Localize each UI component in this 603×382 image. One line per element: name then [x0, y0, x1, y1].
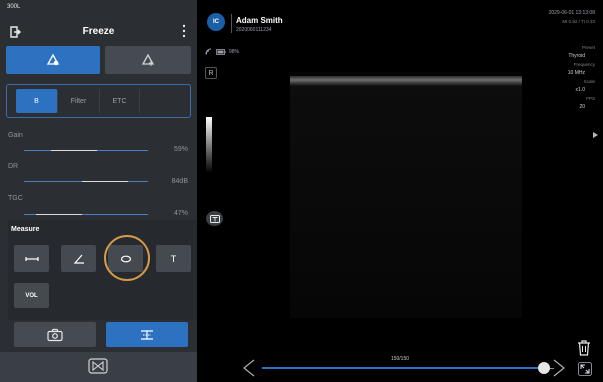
- cine-counter: 150/150: [390, 356, 410, 362]
- imaging-key-preset: Preset: [581, 45, 595, 50]
- gain-slider-fill: [51, 150, 98, 151]
- orientation-marker: R: [205, 67, 217, 79]
- bowtie-mark-icon[interactable]: [88, 358, 108, 374]
- probe-icon: [209, 214, 220, 223]
- app-logo[interactable]: IC: [207, 13, 225, 31]
- capture-button[interactable]: [14, 322, 96, 347]
- distance-tool-button[interactable]: [14, 245, 49, 272]
- model-label: 300L: [7, 4, 21, 10]
- caliper-icon: [141, 329, 153, 340]
- ultrasound-echo-band: [290, 76, 522, 86]
- measure-title: Measure: [11, 226, 40, 233]
- chevron-right-icon[interactable]: [552, 359, 566, 377]
- mode-button-conventional[interactable]: [6, 46, 100, 74]
- tab-etc[interactable]: ETC: [100, 89, 140, 113]
- mode-button-color-flow[interactable]: [105, 46, 191, 74]
- imaging-key-scale: Scale: [583, 79, 595, 84]
- cine-slider-thumb[interactable]: [538, 362, 550, 374]
- tab-b[interactable]: B: [16, 89, 58, 113]
- imaging-value-scale: x1.0: [575, 87, 585, 93]
- probe-cf-icon: [141, 53, 155, 66]
- probe-button[interactable]: [206, 211, 223, 226]
- probe-b-icon: [46, 53, 60, 66]
- ultrasound-field: [290, 86, 522, 318]
- angle-icon: [73, 254, 84, 264]
- patient-id: 2020060111234: [236, 27, 272, 33]
- tab-filter[interactable]: Filter: [58, 89, 100, 113]
- distance-icon: [24, 256, 39, 261]
- battery-icon: [216, 48, 226, 55]
- wifi-icon: [205, 48, 212, 55]
- angle-tool-button[interactable]: [61, 245, 96, 272]
- page-title: Freeze: [82, 26, 115, 37]
- more-vertical-icon[interactable]: [181, 23, 187, 39]
- imaging-value-frequency: 10 MHz: [567, 70, 585, 76]
- dr-slider-fill: [82, 181, 129, 182]
- camera-icon: [47, 328, 63, 341]
- trash-icon[interactable]: [577, 340, 591, 356]
- grayscale-bar: [206, 117, 212, 173]
- battery-percent: 98%: [229, 48, 240, 55]
- imaging-key-frequency: Frequency: [573, 62, 595, 67]
- patient-name: Adam Smith: [236, 16, 283, 25]
- param-value-tgc: 47%: [173, 210, 188, 217]
- mi-ti-indices: MI 0.82 / TI 0.33: [562, 19, 595, 24]
- imaging-key-fps: FPS: [586, 96, 595, 101]
- imaging-value-fps: 20: [579, 104, 585, 110]
- fullscreen-icon[interactable]: [578, 362, 592, 376]
- cine-slider-fill: [262, 367, 544, 369]
- vol-tool-button[interactable]: VOL: [14, 283, 49, 308]
- selection-highlight-ring: [104, 235, 150, 281]
- status-row: 98%: [205, 48, 239, 55]
- ultrasound-image[interactable]: [290, 72, 522, 318]
- panel-expand-arrow-icon[interactable]: [593, 132, 598, 138]
- text-icon: T: [170, 253, 177, 264]
- divider: [231, 14, 232, 33]
- param-label-tgc: TGC: [8, 195, 23, 202]
- text-tool-button[interactable]: T: [156, 245, 191, 272]
- tgc-slider-fill: [36, 214, 83, 215]
- datetime: 2029-06-01 13:13:08: [548, 10, 595, 16]
- chevron-left-icon[interactable]: [242, 359, 256, 377]
- tab-bar: B Filter ETC: [16, 89, 182, 113]
- caliper-button[interactable]: [106, 322, 188, 347]
- param-label-dr: DR: [8, 163, 19, 170]
- param-value-gain: 59%: [173, 146, 188, 153]
- param-value-dr: 84dB: [171, 178, 188, 185]
- tab-extra[interactable]: [140, 89, 182, 113]
- imaging-value-preset: Thyroid: [568, 53, 585, 59]
- param-label-gain: Gain: [8, 132, 23, 139]
